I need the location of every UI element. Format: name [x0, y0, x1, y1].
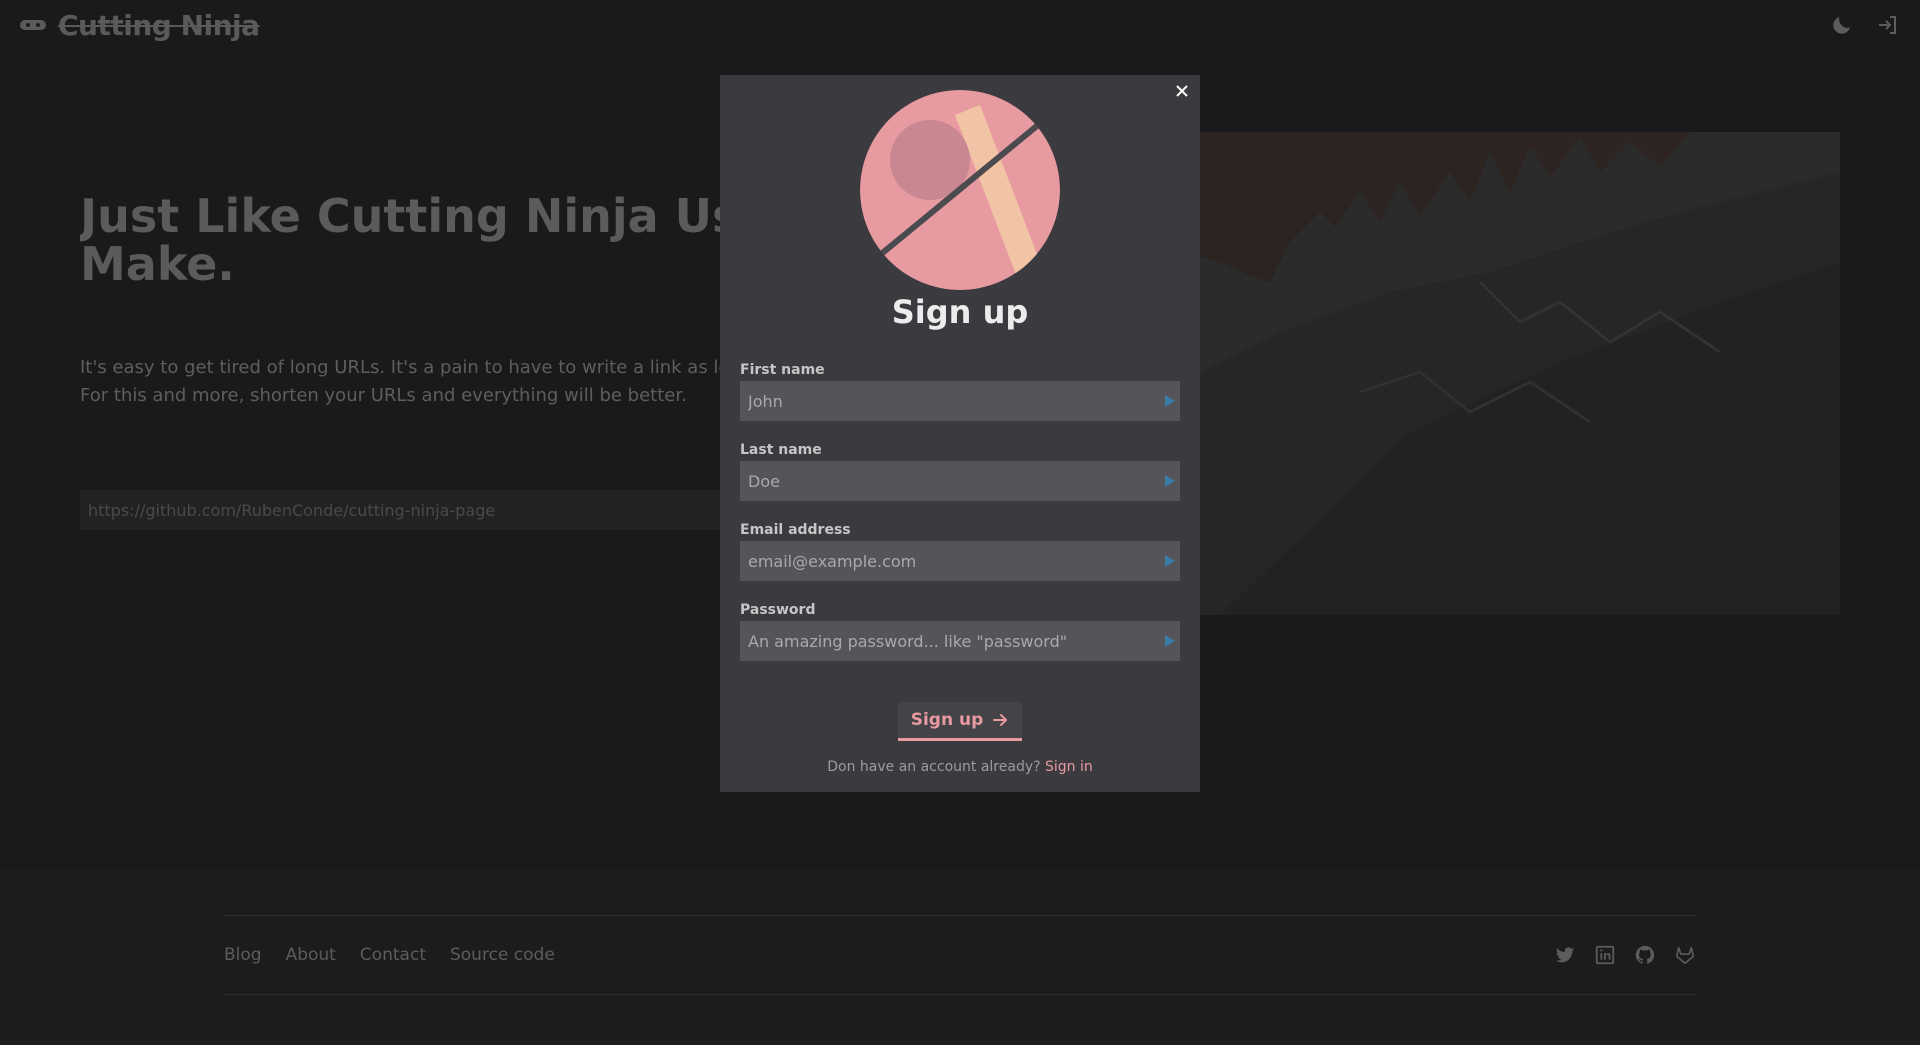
- footer-link-source-code[interactable]: Source code: [450, 945, 555, 965]
- email-label: Email address: [740, 522, 851, 538]
- signup-submit-label: Sign up: [910, 710, 984, 730]
- footer-social: [1554, 944, 1696, 966]
- hero-title-line-2: Make.: [80, 237, 235, 291]
- first-name-input[interactable]: [740, 381, 1180, 421]
- hero-description-line-1: It's easy to get tired of long URLs. It'…: [80, 357, 720, 378]
- signin-row: Don have an account already? Sign in: [720, 759, 1200, 775]
- modal-title: Sign up: [891, 293, 1029, 331]
- brand-link[interactable]: Cutting Ninja: [20, 9, 260, 42]
- ninja-avatar-logo: [860, 90, 1060, 290]
- site-header: Cutting Ninja: [0, 0, 1920, 50]
- brand-name: Cutting Ninja: [58, 8, 260, 42]
- hero-mountain-image: [1160, 132, 1840, 615]
- close-button[interactable]: [1170, 79, 1194, 103]
- autofill-icon[interactable]: [1164, 554, 1176, 568]
- signup-modal: Sign up First name Last name Email addre…: [720, 75, 1200, 792]
- first-name-label: First name: [740, 362, 825, 378]
- signin-prompt: Don have an account already?: [827, 759, 1041, 775]
- footer-link-blog[interactable]: Blog: [224, 945, 262, 965]
- footer-link-contact[interactable]: Contact: [360, 945, 426, 965]
- site-footer: Blog About Contact Source code: [0, 868, 1920, 1045]
- signin-link[interactable]: Sign in: [1045, 759, 1093, 775]
- moon-icon[interactable]: [1830, 13, 1854, 37]
- signup-submit-button[interactable]: Sign up: [898, 702, 1022, 741]
- footer-link-about[interactable]: About: [286, 945, 336, 965]
- close-icon: [1176, 85, 1188, 97]
- first-name-group: First name: [740, 362, 1180, 421]
- linkedin-icon[interactable]: [1594, 944, 1616, 966]
- footer-nav: Blog About Contact Source code: [224, 945, 555, 965]
- email-group: Email address: [740, 522, 1180, 581]
- login-icon[interactable]: [1876, 13, 1900, 37]
- url-input[interactable]: [80, 490, 730, 530]
- last-name-input[interactable]: [740, 461, 1180, 501]
- arrow-right-icon: [993, 714, 1008, 726]
- password-group: Password: [740, 602, 1180, 661]
- last-name-label: Last name: [740, 442, 822, 458]
- autofill-icon[interactable]: [1164, 394, 1176, 408]
- twitter-icon[interactable]: [1554, 944, 1576, 966]
- password-label: Password: [740, 602, 816, 618]
- hero-title: Just Like Cutting Ninja Use Make.: [80, 192, 720, 302]
- gitlab-icon[interactable]: [1674, 944, 1696, 966]
- password-input[interactable]: [740, 621, 1180, 661]
- hero-description: It's easy to get tired of long URLs. It'…: [80, 354, 720, 414]
- hero-description-line-2: For this and more, shorten your URLs and…: [80, 385, 687, 406]
- autofill-icon[interactable]: [1164, 634, 1176, 648]
- last-name-group: Last name: [740, 442, 1180, 501]
- github-icon[interactable]: [1634, 944, 1656, 966]
- ninja-logo-icon: [20, 20, 46, 30]
- hero-title-line-1: Just Like Cutting Ninja Use: [80, 192, 720, 243]
- autofill-icon[interactable]: [1164, 474, 1176, 488]
- email-input[interactable]: [740, 541, 1180, 581]
